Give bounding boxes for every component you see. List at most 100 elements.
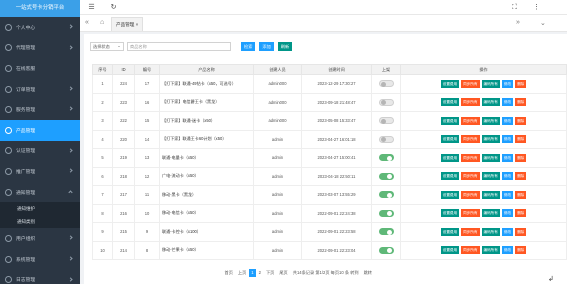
cell-id: 214	[112, 240, 135, 260]
encode-all-button[interactable]: 编码所有	[481, 116, 500, 125]
theme-icon[interactable]: ⋮	[532, 3, 541, 12]
sync-all-button[interactable]: 同步所有	[461, 172, 480, 181]
sidebar-item-9[interactable]: 用户组织	[0, 228, 80, 249]
tabs-more-icon[interactable]: ⌄	[540, 19, 546, 27]
edit-button[interactable]: 修改	[501, 116, 514, 125]
edit-button[interactable]: 修改	[501, 135, 514, 144]
shelf-toggle[interactable]	[378, 135, 394, 143]
encode-all-button[interactable]: 编码所有	[481, 172, 500, 181]
edit-button[interactable]: 修改	[501, 98, 514, 107]
set-fee-button[interactable]: 设置费用	[440, 246, 460, 255]
sidebar-item-6[interactable]: 认证管理	[0, 141, 80, 162]
encode-all-button[interactable]: 编码所有	[481, 153, 500, 162]
set-fee-button[interactable]: 设置费用	[440, 116, 460, 125]
sidebar-item-11[interactable]: 日志管理	[0, 270, 80, 284]
shelf-toggle[interactable]	[378, 117, 394, 125]
sync-all-button[interactable]: 同步所有	[461, 246, 480, 255]
next-page-link[interactable]: 下页	[263, 269, 276, 277]
fullscreen-icon[interactable]: ⛶	[510, 3, 519, 12]
shelf-toggle[interactable]	[378, 228, 394, 236]
sidebar-item-3[interactable]: 订单管理	[0, 79, 80, 100]
sidebar-item-2[interactable]: 在线客服	[0, 58, 80, 79]
sync-all-button[interactable]: 同步所有	[461, 153, 480, 162]
shelf-toggle[interactable]	[378, 172, 394, 180]
encode-all-button[interactable]: 编码所有	[481, 135, 500, 144]
set-fee-button[interactable]: 设置费用	[440, 135, 460, 144]
encode-all-button[interactable]: 编码所有	[481, 190, 500, 199]
set-fee-button[interactable]: 设置费用	[440, 209, 460, 218]
nav-icon	[5, 276, 12, 284]
set-fee-button[interactable]: 设置费用	[440, 190, 460, 199]
sync-all-button[interactable]: 同步所有	[461, 190, 480, 199]
sync-all-button[interactable]: 同步所有	[461, 135, 480, 144]
encode-all-button[interactable]: 编码所有	[481, 79, 500, 88]
menu-icon[interactable]: ☰	[87, 3, 96, 12]
product-name-input[interactable]: 商品名称	[127, 41, 231, 51]
encode-all-button[interactable]: 编码所有	[481, 246, 500, 255]
tabs-scroll-left-icon[interactable]: «	[85, 19, 89, 26]
status-select[interactable]: 选择状态	[90, 41, 124, 51]
sync-all-button[interactable]: 同步所有	[461, 209, 480, 218]
delete-button[interactable]: 删除	[515, 153, 527, 162]
sidebar-item-8[interactable]: 通知管理	[0, 182, 80, 203]
cell-on-shelf	[371, 74, 401, 94]
delete-button[interactable]: 删除	[515, 246, 527, 255]
search-button[interactable]: 检索	[241, 41, 256, 51]
shelf-toggle[interactable]	[378, 98, 394, 106]
shelf-toggle[interactable]	[378, 154, 394, 162]
table-header-row: 序号 ID 编号 产品名称 创建人员 创建时间 上架 操作	[92, 64, 567, 75]
last-page-link[interactable]: 尾页	[277, 269, 290, 277]
shelf-toggle[interactable]	[378, 209, 394, 217]
sidebar-subitem-0[interactable]: 通知维护	[0, 202, 80, 216]
page-2-link[interactable]: 2	[256, 269, 263, 277]
encode-all-button[interactable]: 编码所有	[481, 209, 500, 218]
add-button[interactable]: 添加	[259, 41, 274, 51]
refresh-button[interactable]: 刷新	[277, 41, 293, 51]
set-fee-button[interactable]: 设置费用	[440, 98, 460, 107]
sync-all-button[interactable]: 同步所有	[461, 227, 480, 236]
refresh-icon[interactable]: ↻	[109, 3, 118, 12]
first-page-link[interactable]: 首页	[222, 269, 235, 277]
shelf-toggle[interactable]	[378, 246, 394, 254]
edit-button[interactable]: 修改	[501, 153, 514, 162]
sidebar-item-0[interactable]: 个人中心	[0, 17, 80, 38]
set-fee-button[interactable]: 设置费用	[440, 227, 460, 236]
edit-button[interactable]: 修改	[501, 79, 514, 88]
delete-button[interactable]: 删除	[515, 98, 527, 107]
edit-button[interactable]: 修改	[501, 209, 514, 218]
sidebar-subitem-1[interactable]: 通知类别	[0, 215, 80, 229]
tabs-scroll-right-icon[interactable]: »	[516, 19, 520, 26]
cell-seq: 8	[92, 203, 113, 223]
delete-button[interactable]: 删除	[515, 172, 527, 181]
prev-page-link[interactable]: 上页	[235, 269, 248, 277]
edit-button[interactable]: 修改	[501, 172, 514, 181]
delete-button[interactable]: 删除	[515, 227, 527, 236]
edit-button[interactable]: 修改	[501, 227, 514, 236]
delete-button[interactable]: 删除	[515, 79, 527, 88]
sidebar-item-4[interactable]: 服务管理	[0, 99, 80, 120]
tab-product-management[interactable]: 产品管理 ×	[111, 17, 144, 31]
sync-all-button[interactable]: 同步所有	[461, 79, 480, 88]
page-1-link[interactable]: 1	[248, 269, 257, 277]
encode-all-button[interactable]: 编码所有	[481, 98, 500, 107]
sync-all-button[interactable]: 同步所有	[461, 116, 480, 125]
set-fee-button[interactable]: 设置费用	[440, 79, 460, 88]
shelf-toggle[interactable]	[378, 191, 394, 199]
delete-button[interactable]: 删除	[515, 190, 527, 199]
edit-button[interactable]: 修改	[501, 246, 514, 255]
sidebar-item-5[interactable]: 产品管理	[0, 119, 80, 141]
delete-button[interactable]: 删除	[515, 209, 527, 218]
sidebar-item-10[interactable]: 系统管理	[0, 249, 80, 270]
edit-button[interactable]: 修改	[501, 190, 514, 199]
sync-all-button[interactable]: 同步所有	[461, 98, 480, 107]
sidebar-item-7[interactable]: 推广管理	[0, 161, 80, 182]
set-fee-button[interactable]: 设置费用	[440, 172, 460, 181]
set-fee-button[interactable]: 设置费用	[440, 153, 460, 162]
encode-all-button[interactable]: 编码所有	[481, 227, 500, 236]
shelf-toggle[interactable]	[378, 80, 394, 88]
home-tab-icon[interactable]: ⌂	[100, 19, 104, 26]
delete-button[interactable]: 删除	[515, 116, 527, 125]
sidebar-item-1[interactable]: 代理管理	[0, 38, 80, 59]
delete-button[interactable]: 删除	[515, 135, 527, 144]
jump-button[interactable]: 跳转	[361, 269, 374, 277]
